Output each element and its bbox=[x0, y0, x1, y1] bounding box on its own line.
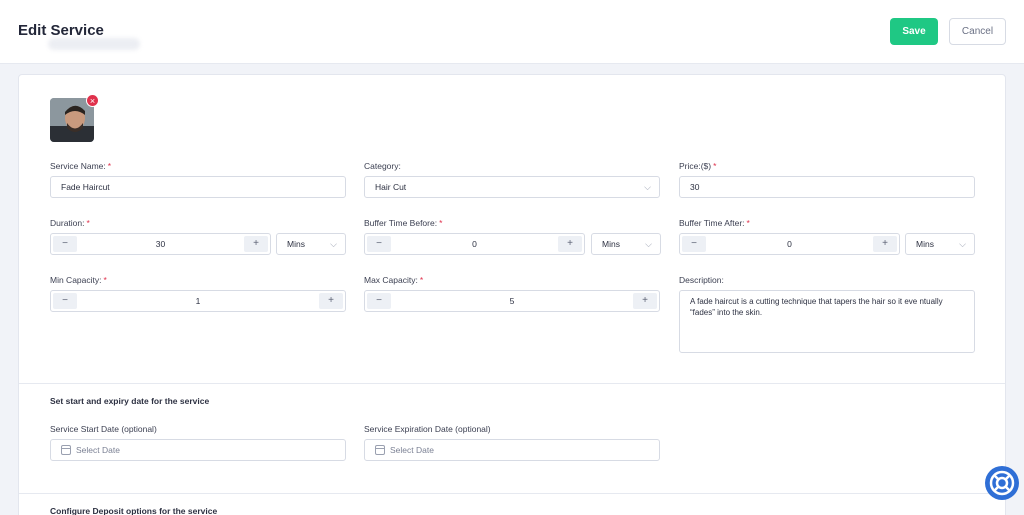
duration-stepper[interactable]: − 30 + bbox=[50, 233, 271, 255]
max-capacity-increment-button[interactable]: + bbox=[633, 293, 657, 309]
buffer-after-unit-select[interactable]: Mins ⌵ bbox=[905, 233, 975, 255]
chevron-down-icon: ⌵ bbox=[959, 239, 966, 249]
buffer-after-decrement-button[interactable]: − bbox=[682, 236, 706, 252]
expiration-date-placeholder: Select Date bbox=[390, 445, 434, 455]
min-capacity-decrement-button[interactable]: − bbox=[53, 293, 77, 309]
service-form-card: × Service Name: * Fade Haircut Category: … bbox=[18, 74, 1006, 515]
min-capacity-value[interactable]: 1 bbox=[79, 291, 317, 311]
duration-unit-value: Mins bbox=[287, 239, 305, 249]
max-capacity-value[interactable]: 5 bbox=[393, 291, 631, 311]
section-divider bbox=[19, 383, 1005, 384]
buffer-before-unit-select[interactable]: Mins ⌵ bbox=[591, 233, 661, 255]
min-capacity-label: Min Capacity: * bbox=[50, 275, 107, 285]
cancel-button[interactable]: Cancel bbox=[949, 18, 1006, 45]
duration-increment-button[interactable]: + bbox=[244, 236, 268, 252]
start-date-placeholder: Select Date bbox=[76, 445, 120, 455]
description-textarea[interactable]: A fade haircut is a cutting technique th… bbox=[679, 290, 975, 353]
price-input[interactable]: 30 bbox=[679, 176, 975, 198]
start-date-picker[interactable]: Select Date bbox=[50, 439, 346, 461]
expiration-date-label: Service Expiration Date (optional) bbox=[364, 424, 491, 434]
duration-decrement-button[interactable]: − bbox=[53, 236, 77, 252]
buffer-after-unit-value: Mins bbox=[916, 239, 934, 249]
buffer-after-stepper[interactable]: − 0 + bbox=[679, 233, 900, 255]
buffer-before-label: Buffer Time Before: * bbox=[364, 218, 443, 228]
duration-value[interactable]: 30 bbox=[79, 234, 242, 254]
description-label: Description: bbox=[679, 275, 724, 285]
page-title: Edit Service bbox=[18, 22, 104, 39]
remove-image-icon[interactable]: × bbox=[86, 94, 99, 107]
save-button[interactable]: Save bbox=[890, 18, 938, 45]
start-date-label: Service Start Date (optional) bbox=[50, 424, 157, 434]
buffer-before-value[interactable]: 0 bbox=[393, 234, 556, 254]
chevron-down-icon: ⌵ bbox=[645, 239, 652, 249]
min-capacity-increment-button[interactable]: + bbox=[319, 293, 343, 309]
buffer-before-decrement-button[interactable]: − bbox=[367, 236, 391, 252]
section-divider bbox=[19, 493, 1005, 494]
max-capacity-label: Max Capacity: * bbox=[364, 275, 424, 285]
service-name-label: Service Name: * bbox=[50, 161, 112, 171]
buffer-after-label: Buffer Time After: * bbox=[679, 218, 750, 228]
page-header: Edit Service Save Cancel bbox=[0, 0, 1024, 64]
dates-section-title: Set start and expiry date for the servic… bbox=[50, 396, 210, 406]
service-name-input[interactable]: Fade Haircut bbox=[50, 176, 346, 198]
expiration-date-picker[interactable]: Select Date bbox=[364, 439, 660, 461]
min-capacity-stepper[interactable]: − 1 + bbox=[50, 290, 346, 312]
buffer-before-unit-value: Mins bbox=[602, 239, 620, 249]
calendar-icon bbox=[61, 445, 71, 455]
duration-unit-select[interactable]: Mins ⌵ bbox=[276, 233, 346, 255]
category-value: Hair Cut bbox=[375, 182, 407, 192]
category-select[interactable]: Hair Cut ⌵ bbox=[364, 176, 660, 198]
buffer-before-stepper[interactable]: − 0 + bbox=[364, 233, 585, 255]
chevron-down-icon: ⌵ bbox=[644, 182, 651, 192]
calendar-icon bbox=[375, 445, 385, 455]
deposit-section-title: Configure Deposit options for the servic… bbox=[50, 506, 218, 515]
max-capacity-stepper[interactable]: − 5 + bbox=[364, 290, 660, 312]
category-label: Category: bbox=[364, 161, 401, 171]
lifebuoy-icon bbox=[989, 470, 1015, 496]
buffer-after-value[interactable]: 0 bbox=[708, 234, 871, 254]
duration-label: Duration: * bbox=[50, 218, 90, 228]
chevron-down-icon: ⌵ bbox=[330, 239, 337, 249]
max-capacity-decrement-button[interactable]: − bbox=[367, 293, 391, 309]
buffer-after-increment-button[interactable]: + bbox=[873, 236, 897, 252]
price-label: Price:($) * bbox=[679, 161, 717, 171]
buffer-before-increment-button[interactable]: + bbox=[558, 236, 582, 252]
help-button[interactable] bbox=[985, 466, 1019, 500]
blurred-subtitle bbox=[48, 38, 140, 50]
